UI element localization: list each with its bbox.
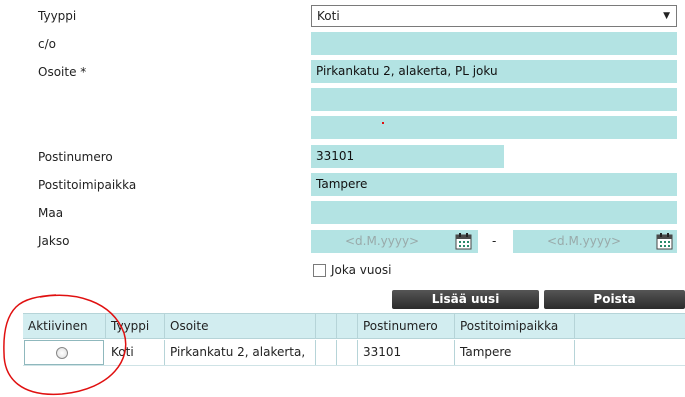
header-col5[interactable] (337, 314, 358, 338)
header-col8[interactable] (575, 314, 685, 338)
period-start-placeholder: <d.M.yyyy> (345, 234, 420, 248)
yearly-checkbox[interactable] (313, 264, 326, 277)
delete-button[interactable]: Poista (544, 290, 685, 309)
header-col4[interactable] (316, 314, 337, 338)
row-postal-code: 33101 (358, 340, 455, 365)
address-line3-field[interactable] (311, 116, 677, 139)
address-label: Osoite * (38, 65, 87, 79)
add-new-button[interactable]: Lisää uusi (392, 290, 539, 309)
header-postal-code[interactable]: Postinumero (358, 314, 455, 338)
row-city: Tampere (455, 340, 575, 365)
postal-code-field[interactable]: 33101 (311, 145, 504, 168)
period-start-field[interactable]: <d.M.yyyy> (311, 230, 478, 253)
yearly-label: Joka vuosi (331, 263, 392, 277)
row-col8 (575, 340, 685, 365)
header-address[interactable]: Osoite (165, 314, 316, 338)
city-label: Postitoimipaikka (38, 178, 137, 192)
type-select-value: Koti (317, 9, 340, 23)
co-field[interactable] (311, 32, 677, 55)
period-end-placeholder: <d.M.yyyy> (547, 234, 622, 248)
postal-code-label: Postinumero (38, 150, 113, 164)
period-separator: - (492, 234, 497, 248)
address-line2-field[interactable] (311, 88, 677, 111)
type-select[interactable]: Koti ▼ (311, 5, 677, 27)
calendar-icon[interactable] (656, 233, 673, 250)
country-field[interactable] (311, 201, 677, 224)
country-label: Maa (38, 206, 64, 220)
period-end-field[interactable]: <d.M.yyyy> (513, 230, 677, 253)
period-label: Jakso (38, 234, 70, 248)
row-col5 (337, 340, 358, 365)
calendar-icon[interactable] (455, 233, 472, 250)
type-label: Tyyppi (38, 9, 77, 23)
annotation-circle (3, 294, 127, 396)
cursor-mark (382, 122, 384, 124)
row-address: Pirkankatu 2, alakerta, (165, 340, 316, 365)
co-label: c/o (38, 37, 56, 51)
row-col4 (316, 340, 337, 365)
address-line1-field[interactable]: Pirkankatu 2, alakerta, PL joku (311, 60, 677, 83)
dropdown-arrow-icon: ▼ (663, 11, 670, 21)
header-city[interactable]: Postitoimipaikka (455, 314, 575, 338)
city-field[interactable]: Tampere (311, 173, 677, 196)
